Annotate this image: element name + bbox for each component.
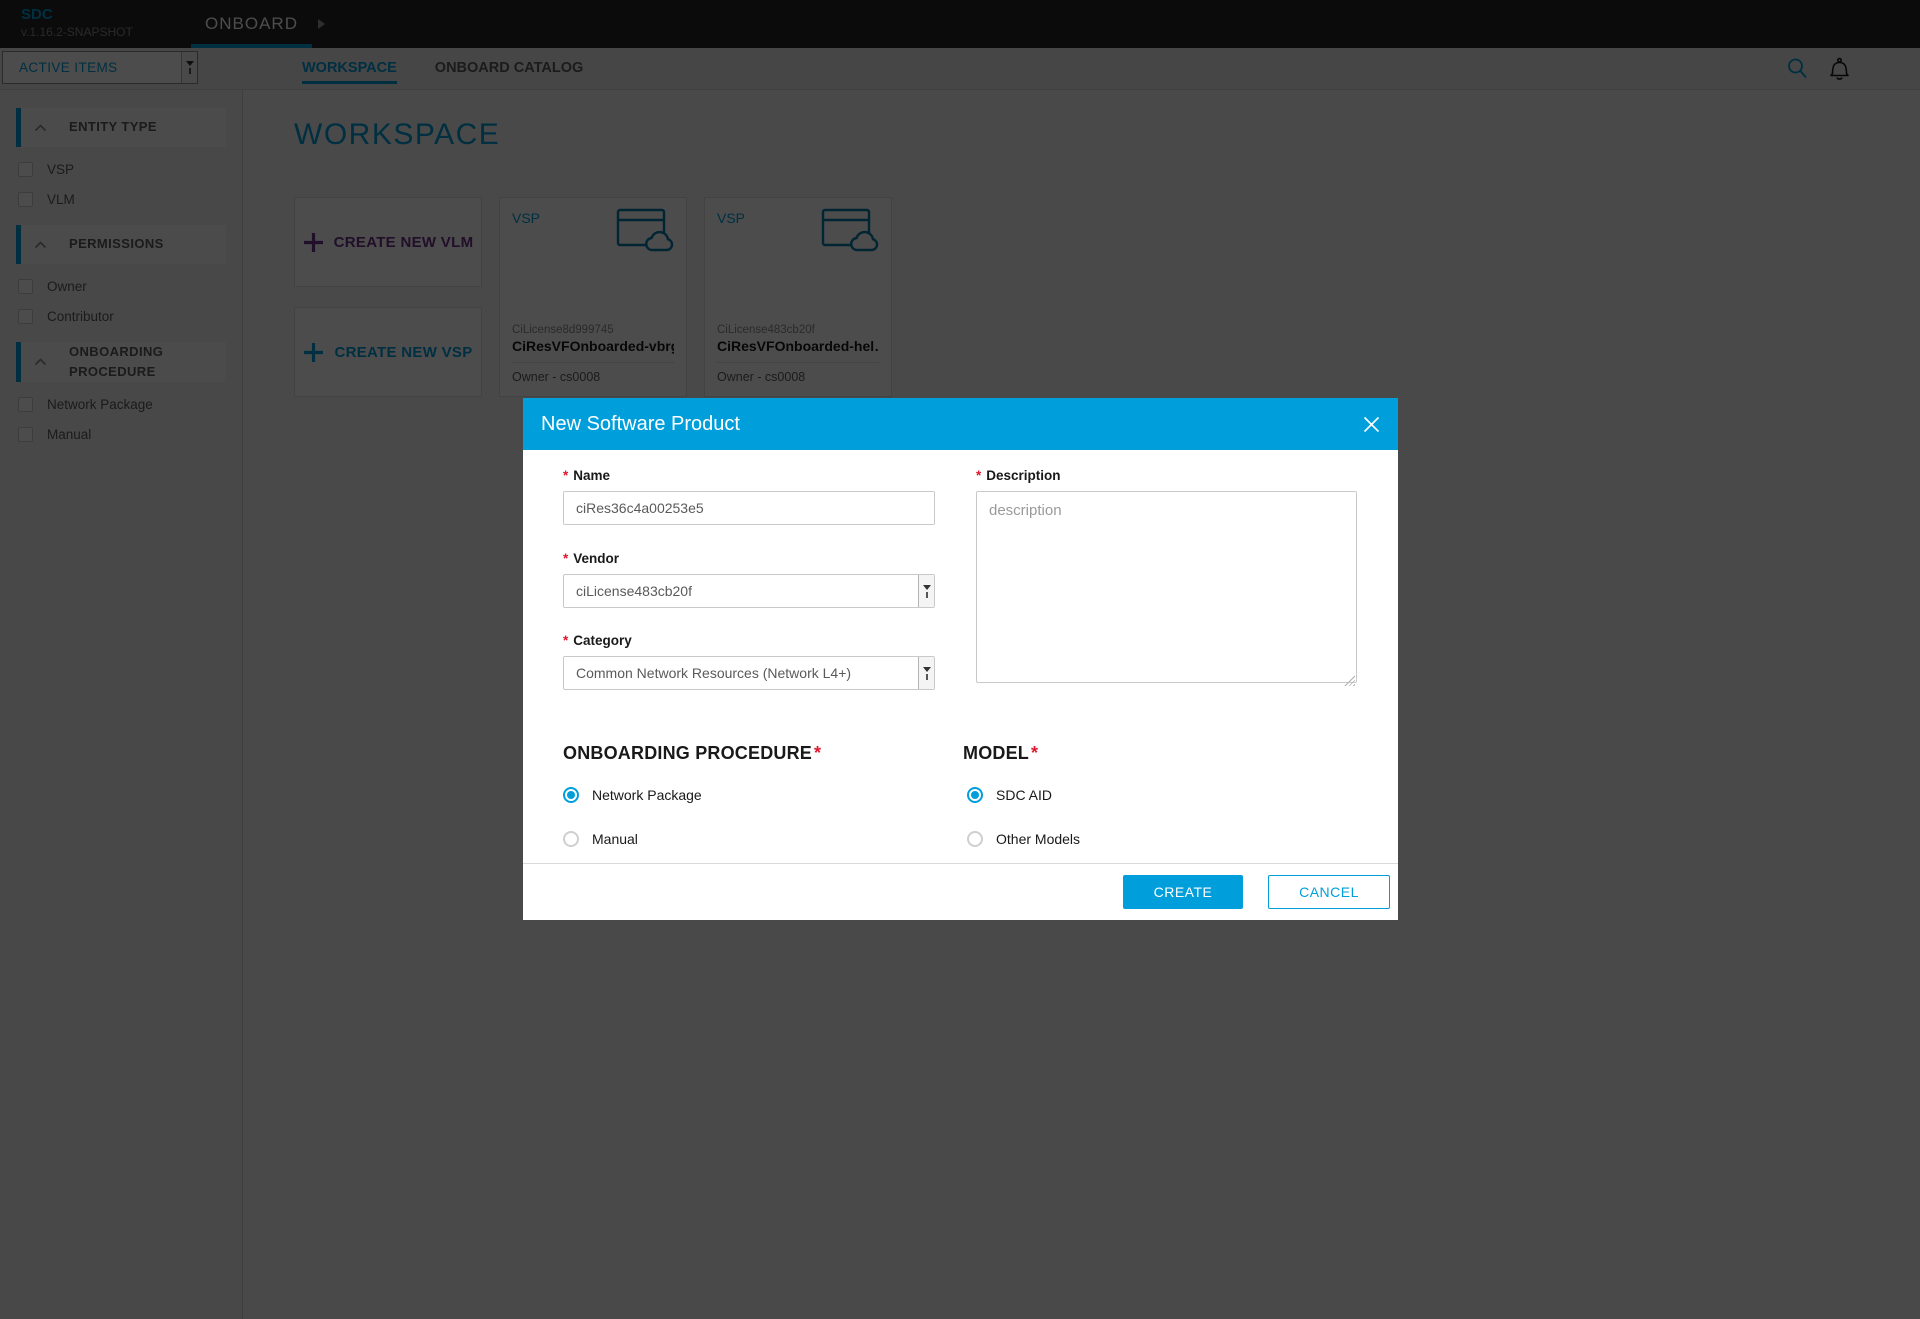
radio-label: Other Models xyxy=(996,831,1080,847)
radio-manual[interactable]: Manual xyxy=(563,830,963,848)
onboarding-procedure-group: ONBOARDING PROCEDURE* Network Package Ma… xyxy=(563,743,963,848)
cancel-button[interactable]: CANCEL xyxy=(1268,875,1390,909)
name-input[interactable] xyxy=(563,491,935,525)
category-select[interactable]: Common Network Resources (Network L4+) xyxy=(563,656,935,690)
required-asterisk: * xyxy=(563,633,568,648)
radio-label: Network Package xyxy=(592,787,702,803)
category-label: * Category xyxy=(563,633,935,648)
select-arrow xyxy=(918,657,934,689)
vendor-label: * Vendor xyxy=(563,551,935,566)
radio-label: SDC AID xyxy=(996,787,1052,803)
description-label: * Description xyxy=(976,468,1357,483)
model-group: MODEL* SDC AID Other Models xyxy=(963,743,1356,848)
radio-button[interactable] xyxy=(563,831,579,847)
category-selected-value: Common Network Resources (Network L4+) xyxy=(576,665,851,681)
description-textarea[interactable] xyxy=(976,491,1357,683)
radio-label: Manual xyxy=(592,831,638,847)
radio-button[interactable] xyxy=(967,831,983,847)
new-software-product-modal: New Software Product * Name * Vendor ciL… xyxy=(523,398,1398,920)
required-asterisk: * xyxy=(563,551,568,566)
radio-button-selected[interactable] xyxy=(967,787,983,803)
radio-other-models[interactable]: Other Models xyxy=(967,830,1356,848)
required-asterisk: * xyxy=(976,468,981,483)
modal-footer: CREATE CANCEL xyxy=(523,863,1398,920)
radio-sdc-aid[interactable]: SDC AID xyxy=(967,786,1356,804)
select-arrow xyxy=(918,575,934,607)
required-asterisk: * xyxy=(814,743,821,764)
create-button[interactable]: CREATE xyxy=(1123,875,1243,909)
chevron-down-icon xyxy=(923,667,931,672)
vendor-selected-value: ciLicense483cb20f xyxy=(576,583,692,599)
chevron-down-icon xyxy=(923,585,931,590)
model-title: MODEL* xyxy=(963,743,1356,764)
close-icon[interactable] xyxy=(1362,415,1380,433)
radio-network-package[interactable]: Network Package xyxy=(563,786,963,804)
radio-button-selected[interactable] xyxy=(563,787,579,803)
modal-header: New Software Product xyxy=(523,398,1398,450)
required-asterisk: * xyxy=(1031,743,1038,764)
vendor-select[interactable]: ciLicense483cb20f xyxy=(563,574,935,608)
name-label: * Name xyxy=(563,468,935,483)
required-asterisk: * xyxy=(563,468,568,483)
modal-title: New Software Product xyxy=(541,413,740,436)
onboarding-procedure-title: ONBOARDING PROCEDURE* xyxy=(563,743,963,764)
